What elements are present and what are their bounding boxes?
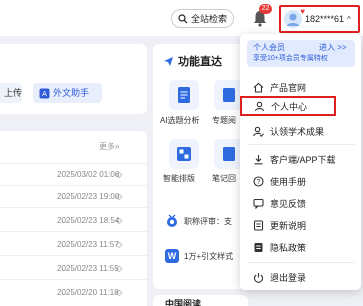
menu-item-feedback[interactable]: 意见反馈: [247, 194, 355, 212]
user-name: 182****61: [305, 14, 345, 24]
row-date: 2025/03/02 01:06: [57, 170, 120, 179]
tag-icon[interactable]: ◇: [116, 170, 122, 179]
tag-icon[interactable]: ◇: [116, 216, 122, 225]
citation-styles-row[interactable]: W 1万+引文样式: [165, 249, 233, 263]
tag-icon[interactable]: ◇: [116, 288, 122, 297]
privacy-icon: [254, 242, 263, 252]
download-icon: [254, 154, 263, 164]
search-icon: [178, 13, 188, 23]
site-search-button[interactable]: 全站检索: [171, 9, 234, 28]
ai-topic-analysis-tool[interactable]: [169, 80, 199, 110]
member-subtitle: 享受10+项会员专属特权: [253, 55, 328, 62]
row-date: 2025/02/23 18:54: [57, 216, 120, 225]
chevron-up-icon: ^: [347, 14, 351, 24]
tag-icon[interactable]: ◇: [116, 264, 122, 273]
member-title: 个人会员: [253, 43, 285, 52]
row-date: 2025/02/23 11:57: [57, 240, 119, 249]
feedback-icon: [253, 198, 264, 209]
title-review-row[interactable]: 职称评审：支: [165, 214, 232, 228]
user-icon: [254, 101, 265, 111]
tools-title: 功能直达: [163, 53, 222, 69]
foreign-assistant-chip[interactable]: A 外文助手: [33, 83, 102, 103]
home-icon: [253, 82, 264, 93]
row-divider: [0, 279, 147, 280]
user-menu-trigger[interactable]: ♥ 182****61 ^: [279, 5, 360, 33]
ai-topic-analysis-label: AI选题分析: [160, 116, 200, 125]
menu-item-app-download[interactable]: 客户端/APP下载: [247, 150, 355, 168]
row-date: 2025/02/23 11:55: [57, 264, 119, 273]
more-link[interactable]: 更多»: [99, 141, 119, 152]
smart-layout-label: 智能排版: [163, 174, 195, 183]
send-icon: [164, 56, 173, 66]
layout-icon: [177, 147, 191, 161]
row-date: 2025/02/20 11:18: [57, 288, 119, 297]
help-icon: ?: [253, 175, 264, 187]
update-icon: [253, 219, 264, 231]
menu-item-logout[interactable]: 退出登录: [247, 268, 355, 286]
notes-label: 笔记回: [212, 174, 236, 183]
user-check-icon: [253, 126, 264, 137]
row-divider: [0, 255, 147, 256]
bottom-panel-title: 中国阅读: [165, 299, 202, 306]
menu-item-claim-achievements[interactable]: 认领学术成果: [247, 122, 355, 140]
upload-chip[interactable]: 上传: [0, 83, 22, 103]
foreign-assistant-label: 外文助手: [53, 88, 90, 98]
member-enter-link[interactable]: 进入 >>: [319, 42, 347, 53]
row-divider: [0, 207, 147, 208]
menu-item-product-site[interactable]: 产品官网: [247, 78, 355, 96]
translate-icon: A: [39, 88, 50, 98]
row-divider: [0, 163, 147, 164]
smart-layout-tool[interactable]: [169, 139, 199, 169]
heart-icon: ♥: [300, 7, 305, 16]
svg-text:?: ?: [257, 179, 261, 186]
topic-reading-label: 专题阅: [212, 116, 236, 125]
menu-item-update-notes[interactable]: 更新说明: [247, 216, 355, 234]
medal-icon: [167, 214, 177, 227]
row-divider: [0, 185, 147, 186]
menu-item-user-manual[interactable]: ? 使用手册: [247, 172, 355, 190]
row-divider: [0, 231, 147, 232]
row-date: 2025/02/23 19:00: [57, 192, 120, 201]
menu-item-privacy-policy[interactable]: 隐私政策: [247, 238, 355, 256]
search-label: 全站检索: [191, 14, 228, 24]
tag-icon[interactable]: ◇: [116, 240, 122, 249]
logout-icon: [254, 272, 263, 283]
tag-icon[interactable]: ◇: [116, 192, 122, 201]
menu-divider: [247, 262, 355, 263]
svg-text:A: A: [42, 91, 47, 98]
w-icon: W: [165, 249, 179, 263]
notification-badge: 22: [259, 4, 272, 14]
avatar: ♥: [284, 7, 305, 28]
document-icon: [178, 87, 190, 103]
menu-divider: [247, 144, 355, 145]
left-top-panel: [0, 44, 147, 114]
menu-item-personal-center[interactable]: 个人中心: [240, 96, 336, 116]
